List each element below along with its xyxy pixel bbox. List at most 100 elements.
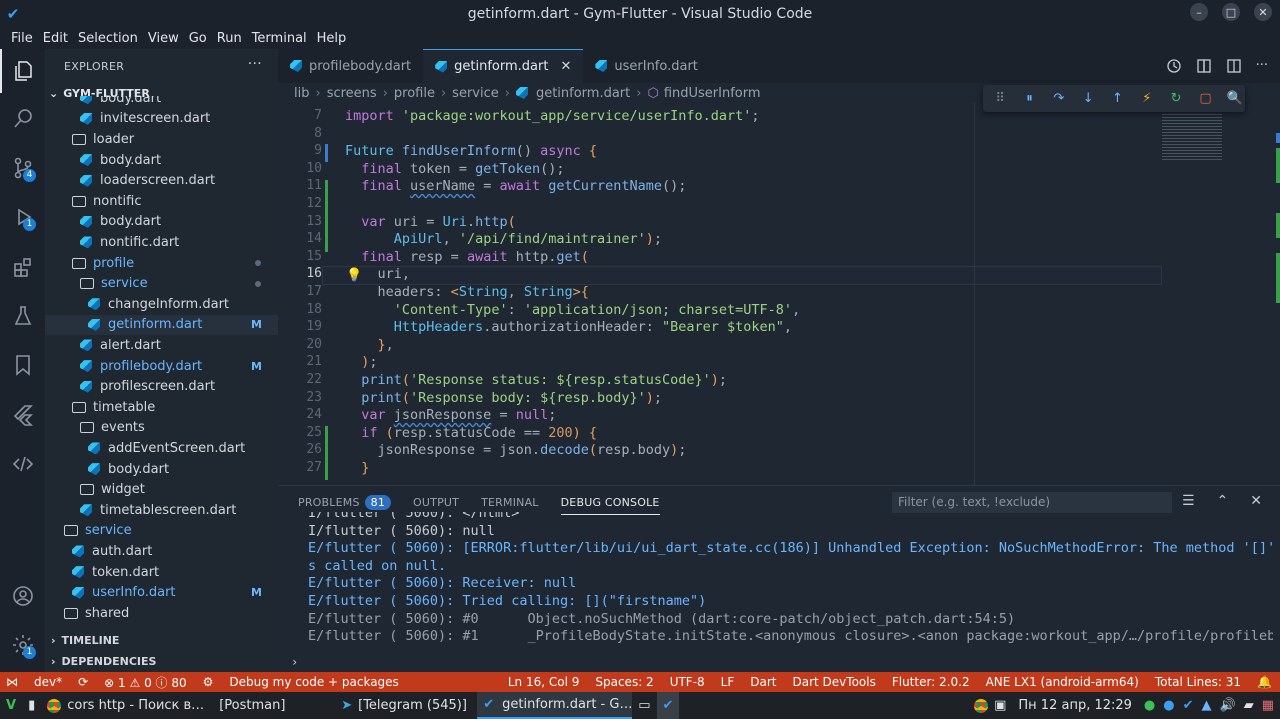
menu-edit[interactable]: Edit [38,31,73,46]
breadcrumb-item[interactable]: service [452,86,499,101]
timeline-history-icon[interactable] [1166,58,1182,74]
devtools-status[interactable]: Dart DevTools [785,675,884,689]
taskbar-telegram[interactable]: ➤ [Telegram (545)] [335,692,477,719]
source-control-icon[interactable]: 4 [0,146,45,190]
testing-flask-icon[interactable] [0,294,45,338]
menu-selection[interactable]: Selection [73,31,143,46]
encoding-status[interactable]: UTF-8 [662,675,713,689]
clear-console-icon[interactable]: ☰ [1182,493,1195,509]
file-item[interactable]: userInfo.dart M [45,582,278,603]
folder-item[interactable]: widget [45,479,278,500]
close-tab-icon[interactable]: ✕ [560,59,571,74]
breadcrumb-item[interactable]: getinform.dart [536,86,630,101]
file-item[interactable]: body.dart [45,459,278,480]
file-item[interactable]: nontific.dart [45,232,278,253]
settings-gear-icon[interactable]: 1 [0,623,45,667]
minimize-button[interactable]: – [1190,3,1208,21]
pinned-vscode-icon[interactable]: ✔ [656,692,680,719]
timeline-section[interactable]: › TIMELINE [45,630,278,651]
file-item[interactable]: getinform.dart M [45,314,278,336]
debug-config-icon[interactable]: ⚙ [195,675,222,689]
file-item[interactable]: body.dart [45,212,278,233]
tab-problems[interactable]: PROBLEMS 81 [298,494,392,510]
taskbar-postman[interactable]: [Postman] [213,692,335,719]
close-window-button[interactable]: ✕ [1254,3,1272,21]
step-out-icon[interactable]: ↑ [1107,91,1127,106]
file-item[interactable]: loaderscreen.dart [45,170,278,191]
tab-terminal[interactable]: TERMINAL [481,496,539,509]
tab-getinform[interactable]: getinform.dart ✕ [423,49,584,83]
bookmark-icon[interactable] [0,343,45,387]
folder-item[interactable]: shared [45,603,278,624]
file-item[interactable]: token.dart [45,562,278,583]
menu-help[interactable]: Help [312,31,352,46]
drag-handle-icon[interactable]: ⠿ [990,91,1010,106]
breadcrumb-item[interactable]: screens [327,86,377,101]
tab-output[interactable]: OUTPUT [413,496,459,509]
more-actions-icon[interactable]: ··· [1256,58,1268,74]
file-item[interactable]: timetablescreen.dart [45,500,278,521]
folder-item[interactable]: nontific [45,191,278,212]
start-menu-icon[interactable]: V [0,692,22,719]
maximize-panel-icon[interactable]: ⌃ [1217,493,1229,509]
file-item[interactable]: invitescreen.dart [45,109,278,130]
extensions-icon[interactable] [0,245,45,289]
device-status[interactable]: ANE LX1 (android-arm64) [978,675,1147,689]
file-item[interactable]: profilescreen.dart [45,376,278,397]
folder-item[interactable]: profile [45,253,278,274]
explorer-icon[interactable] [0,49,45,93]
run-debug-icon[interactable]: 1 [0,195,45,239]
breadcrumb-item[interactable]: profile [394,86,435,101]
menu-run[interactable]: Run [212,31,247,46]
compare-changes-icon[interactable] [1196,58,1212,74]
folder-item[interactable]: timetable [45,397,278,418]
file-item[interactable]: changeInform.dart [45,294,278,315]
dependencies-section[interactable]: › DEPENDENCIES [45,651,278,672]
clock[interactable]: Пн 12 апр, 12:29 [1012,692,1138,719]
file-item[interactable]: body.dart [45,96,278,109]
flutter-version-status[interactable]: Flutter: 2.0.2 [884,675,978,689]
account-icon[interactable] [0,574,45,618]
tab-profilebody[interactable]: profilebody.dart [278,49,424,83]
breadcrumb-item[interactable]: lib [294,86,309,101]
indentation-status[interactable]: Spaces: 2 [587,675,661,689]
step-into-icon[interactable]: ↓ [1078,91,1098,106]
stop-icon[interactable]: ▢ [1195,91,1215,106]
file-item[interactable]: auth.dart [45,541,278,562]
file-item[interactable]: alert.dart [45,335,278,356]
close-panel-icon[interactable]: ✕ [1250,493,1262,509]
debug-config-status[interactable]: Debug my code + packages [221,675,406,689]
filter-input[interactable]: Filter (e.g. text, !exclude) [892,492,1172,513]
taskbar-vscode[interactable]: ✔ getinform.dart - G… [477,692,632,719]
language-status[interactable]: Dart [742,675,784,689]
breadcrumb-item[interactable]: findUserInform [664,86,761,101]
file-item[interactable]: body.dart [45,150,278,171]
branch-status[interactable]: dev* [26,675,70,689]
tray-icons[interactable]: ▣ [968,692,1012,719]
cursor-position[interactable]: Ln 16, Col 9 [500,675,588,689]
inspect-widget-icon[interactable]: 🔍 [1225,91,1245,106]
folder-item[interactable]: loader [45,129,278,150]
code-editor[interactable]: 7 8 9 10 11 12 13 14 15 16 17 18 19 20 21 22 23 24 25 26 27 … [278,103,1280,485]
split-editor-icon[interactable] [1226,58,1242,74]
folder-item[interactable]: service [45,521,278,542]
flutter-icon[interactable] [0,393,45,437]
menu-view[interactable]: View [143,31,184,46]
minimap[interactable] [1160,103,1280,485]
remote-code-icon[interactable] [0,442,45,486]
maximize-button[interactable]: □ [1222,3,1240,21]
notifications-bell-icon[interactable]: 🔔 [1249,675,1280,689]
folder-item[interactable]: events [45,418,278,439]
eol-status[interactable]: LF [713,675,743,689]
menu-terminal[interactable]: Terminal [247,31,312,46]
tray-windows-icon[interactable]: ▮ [22,692,41,719]
restart-icon[interactable]: ↻ [1166,91,1186,106]
remote-indicator-icon[interactable]: ⋈ [0,675,26,689]
tab-userinfo[interactable]: userInfo.dart [583,49,710,83]
step-over-icon[interactable]: ↷ [1049,91,1069,106]
search-icon[interactable] [0,97,45,141]
menu-file[interactable]: File [6,31,38,46]
taskbar-chrome[interactable]: cors http - Поиск в… [41,692,213,719]
folder-item[interactable]: service [45,273,278,294]
problems-status[interactable]: ⊗ 1 ⚠ 0 ⓘ 80 [96,674,194,691]
